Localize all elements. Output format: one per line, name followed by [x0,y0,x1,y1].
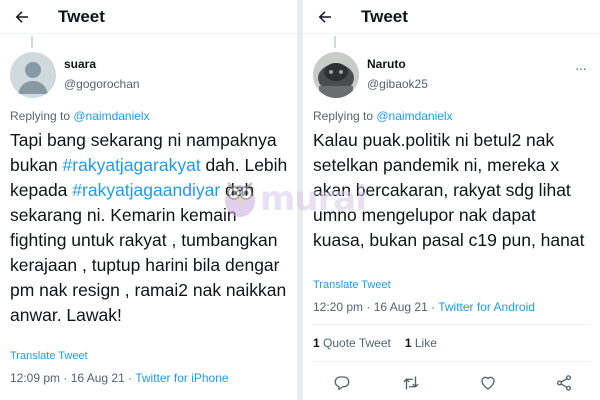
hashtag-link[interactable]: #rakyatjagarakyat [63,155,201,175]
like-label: Like [411,336,437,350]
user-handle[interactable]: @gibaok25 [367,77,428,91]
replying-handle-link[interactable]: @naimdanielx [73,109,149,123]
tweet-panel-right: Tweet Naruto @gibaok25 ··· Replying to @… [303,0,600,400]
avatar[interactable] [10,52,56,98]
replying-to: Replying to @naimdanielx [10,109,150,123]
like-button[interactable] [477,372,499,394]
tweet-text: Tapi bang sekarang ni nampaknya bukan #r… [10,128,289,328]
thread-connector [334,36,336,48]
reply-button[interactable] [331,372,353,394]
tweet-actions [303,372,600,394]
replying-prefix: Replying to [10,109,74,123]
tweet-panel-left: Tweet suara @gogorochan Replying to @nai… [0,0,297,400]
comment-icon [334,376,350,391]
back-button[interactable] [12,7,32,27]
hashtag-link[interactable]: #rakyatjagaandiyar [72,180,220,200]
avatar[interactable] [313,52,359,98]
heart-icon [481,376,495,390]
tweet-author: suara @gogorochan [10,48,287,98]
top-bar: Tweet [0,0,297,34]
tweet-text: Kalau puak.politik ni betul2 nak setelka… [313,130,585,250]
user-name[interactable]: suara [64,57,96,71]
back-button[interactable] [315,7,335,27]
arrow-left-icon [15,10,28,23]
retweet-icon [403,376,419,390]
tweet-meta: 12:20 pm · 16 Aug 21 · Twitter for Andro… [313,300,535,314]
tweet-source[interactable]: Twitter for Android [438,300,535,314]
divider [313,361,590,362]
share-button[interactable] [553,372,575,394]
page-title: Tweet [58,6,105,26]
quote-tweets-stat[interactable]: 1 Quote Tweet [313,336,391,350]
tweet-author: Naruto @gibaok25 ··· [313,48,590,98]
retweet-button[interactable] [400,372,422,394]
more-dots-icon[interactable]: ··· [575,60,587,76]
like-count: 1 [404,336,412,350]
share-icon [556,375,572,391]
tweet-source[interactable]: Twitter for iPhone [135,371,228,385]
user-handle[interactable]: @gogorochan [64,77,140,91]
divider [313,324,590,325]
tweet-meta: 12:09 pm · 16 Aug 21 · Twitter for iPhon… [10,371,229,385]
tweet-timestamp[interactable]: 12:09 pm · 16 Aug 21 · [10,371,135,385]
page-title: Tweet [361,6,408,26]
thread-connector [31,36,33,48]
translate-tweet-link[interactable]: Translate Tweet [10,350,88,362]
user-name[interactable]: Naruto [367,57,406,71]
replying-to: Replying to @naimdanielx [313,109,453,123]
translate-tweet-link[interactable]: Translate Tweet [313,279,391,291]
quote-label: Quote Tweet [319,336,391,350]
tweet-text-segment: dah sekarang ni. Kemarin kemain fighting… [10,180,287,325]
top-bar: Tweet [303,0,600,34]
default-avatar-icon [10,52,56,98]
arrow-left-icon [318,10,331,23]
likes-stat[interactable]: 1 Like [405,336,437,350]
replying-prefix: Replying to [313,109,377,123]
profile-photo-icon [313,52,359,98]
quote-count: 1 [313,336,320,350]
tweet-stats: 1 Quote Tweet 1 Like [313,336,437,350]
tweet-timestamp[interactable]: 12:20 pm · 16 Aug 21 · [313,300,438,314]
replying-handle-link[interactable]: @naimdanielx [376,109,452,123]
